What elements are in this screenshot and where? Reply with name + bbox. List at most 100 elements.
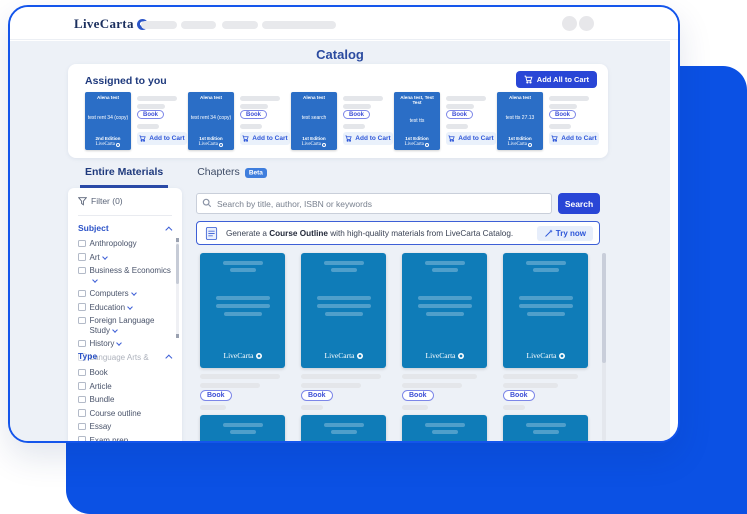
book-type-badge: Book — [200, 390, 232, 401]
checkbox[interactable] — [78, 396, 86, 404]
type-option[interactable]: Article — [78, 382, 173, 392]
tab-entire-materials[interactable]: Entire Materials — [80, 166, 168, 188]
try-now-button[interactable]: Try now — [537, 226, 593, 241]
assigned-book-cover[interactable]: Alena test test rent 34 (copy) 2nd Editi… — [85, 92, 131, 150]
nav-placeholder[interactable] — [141, 21, 177, 29]
nav-placeholder[interactable] — [181, 21, 216, 29]
catalog-book-cover[interactable] — [200, 415, 285, 441]
subject-label: Education — [90, 303, 126, 312]
section-label: Type — [78, 351, 97, 361]
book-edition: 2nd Edition — [87, 136, 129, 141]
search-input[interactable] — [196, 193, 552, 214]
scroll-up-arrow[interactable] — [176, 238, 179, 242]
subject-list: Anthropology Art Business & Economics Co… — [78, 239, 173, 366]
checkbox[interactable] — [78, 303, 86, 311]
subject-option[interactable]: Education — [78, 303, 173, 313]
subject-option[interactable]: History — [78, 339, 173, 349]
chevron-down-icon[interactable] — [102, 254, 108, 260]
filter-funnel-icon — [78, 197, 87, 206]
add-to-cart-button[interactable]: Add to Cart — [137, 132, 187, 145]
text-placeholder — [137, 104, 165, 109]
chevron-down-icon[interactable] — [117, 340, 123, 346]
catalog-book-cover[interactable] — [402, 415, 487, 441]
book-type-badge: Book — [137, 110, 164, 119]
nav-placeholder[interactable] — [222, 21, 258, 29]
checkbox[interactable] — [78, 436, 86, 441]
type-option[interactable]: Bundle — [78, 395, 173, 405]
nav-placeholder[interactable] — [262, 21, 336, 29]
chevron-up-icon — [165, 226, 171, 232]
tab-label: Entire Materials — [85, 166, 163, 178]
type-option[interactable]: Essay — [78, 422, 173, 432]
filter-header[interactable]: Filter (0) — [78, 196, 123, 206]
subject-scrollbar-thumb[interactable] — [176, 244, 179, 284]
chevron-down-icon[interactable] — [112, 327, 118, 333]
livecarta-logo-icon — [357, 353, 363, 359]
text-placeholder — [402, 374, 477, 379]
grid-scrollbar-thumb[interactable] — [602, 253, 606, 363]
catalog-column: LiveCarta Book — [402, 253, 487, 441]
text-placeholder — [503, 383, 558, 388]
catalog-book-cover[interactable]: LiveCarta — [503, 253, 588, 368]
livecarta-logo-icon — [256, 353, 262, 359]
checkbox[interactable] — [78, 340, 86, 348]
text-placeholder — [301, 374, 381, 379]
chevron-down-icon[interactable] — [127, 304, 133, 310]
avatar[interactable] — [562, 16, 577, 31]
subject-option[interactable]: Business & Economics — [78, 266, 173, 285]
catalog-book-cover[interactable] — [301, 415, 386, 441]
screenshot-canvas: LiveCarta Catalog Assigned to you Add Al… — [0, 0, 747, 514]
filter-sidebar: Filter (0) Subject Anthropology Art Busi… — [68, 188, 182, 441]
app-header: LiveCarta — [10, 7, 678, 40]
text-placeholder — [200, 405, 226, 410]
type-option[interactable]: Exam prep — [78, 436, 173, 442]
text-placeholder — [301, 383, 361, 388]
chevron-down-icon[interactable] — [92, 277, 98, 283]
catalog-book-cover[interactable]: LiveCarta — [200, 253, 285, 368]
checkbox[interactable] — [78, 267, 86, 275]
catalog-book-cover[interactable]: LiveCarta — [402, 253, 487, 368]
text-placeholder — [200, 374, 280, 379]
assigned-item: Alena test test rent 34 (copy) 2nd Editi… — [85, 92, 185, 154]
checkbox[interactable] — [78, 253, 86, 261]
search-icon — [202, 198, 212, 208]
scroll-down-arrow[interactable] — [176, 334, 179, 338]
assigned-section-title: Assigned to you — [85, 75, 167, 87]
filter-title: Filter (0) — [91, 196, 123, 206]
text-placeholder — [137, 96, 177, 101]
text-placeholder — [503, 374, 578, 379]
browser-window: LiveCarta Catalog Assigned to you Add Al… — [8, 5, 680, 443]
catalog-book-cover[interactable] — [503, 415, 588, 441]
book-type-badge: Book — [301, 390, 333, 401]
checkbox[interactable] — [78, 409, 86, 417]
type-option[interactable]: Course outline — [78, 409, 173, 419]
chevron-down-icon[interactable] — [131, 290, 137, 296]
catalog-book-cover[interactable]: LiveCarta — [301, 253, 386, 368]
livecarta-logo[interactable]: LiveCarta — [74, 16, 148, 32]
cart-icon — [139, 135, 146, 142]
text-placeholder — [200, 383, 260, 388]
type-list: Book Article Bundle Course outline Essay… — [78, 368, 173, 441]
type-option[interactable]: Book — [78, 368, 173, 378]
filter-section-type[interactable]: Type — [78, 351, 172, 361]
checkbox[interactable] — [78, 317, 86, 325]
search-button[interactable]: Search — [558, 193, 600, 214]
filter-section-subject[interactable]: Subject — [78, 223, 172, 233]
section-label: Subject — [78, 223, 109, 233]
checkbox[interactable] — [78, 369, 86, 377]
try-now-label: Try now — [556, 229, 586, 238]
type-label: Essay — [90, 422, 112, 432]
avatar[interactable] — [579, 16, 594, 31]
divider — [78, 215, 172, 216]
subject-option[interactable]: Foreign Language Study — [78, 316, 173, 335]
checkbox[interactable] — [78, 423, 86, 431]
subject-option[interactable]: Anthropology — [78, 239, 173, 249]
checkbox[interactable] — [78, 382, 86, 390]
subject-option[interactable]: Computers — [78, 289, 173, 299]
subject-option[interactable]: Art — [78, 253, 173, 263]
type-label: Exam prep — [90, 436, 129, 442]
subject-label: Art — [90, 253, 100, 262]
checkbox[interactable] — [78, 290, 86, 298]
checkbox[interactable] — [78, 240, 86, 248]
catalog-column: LiveCarta Book — [200, 253, 285, 441]
